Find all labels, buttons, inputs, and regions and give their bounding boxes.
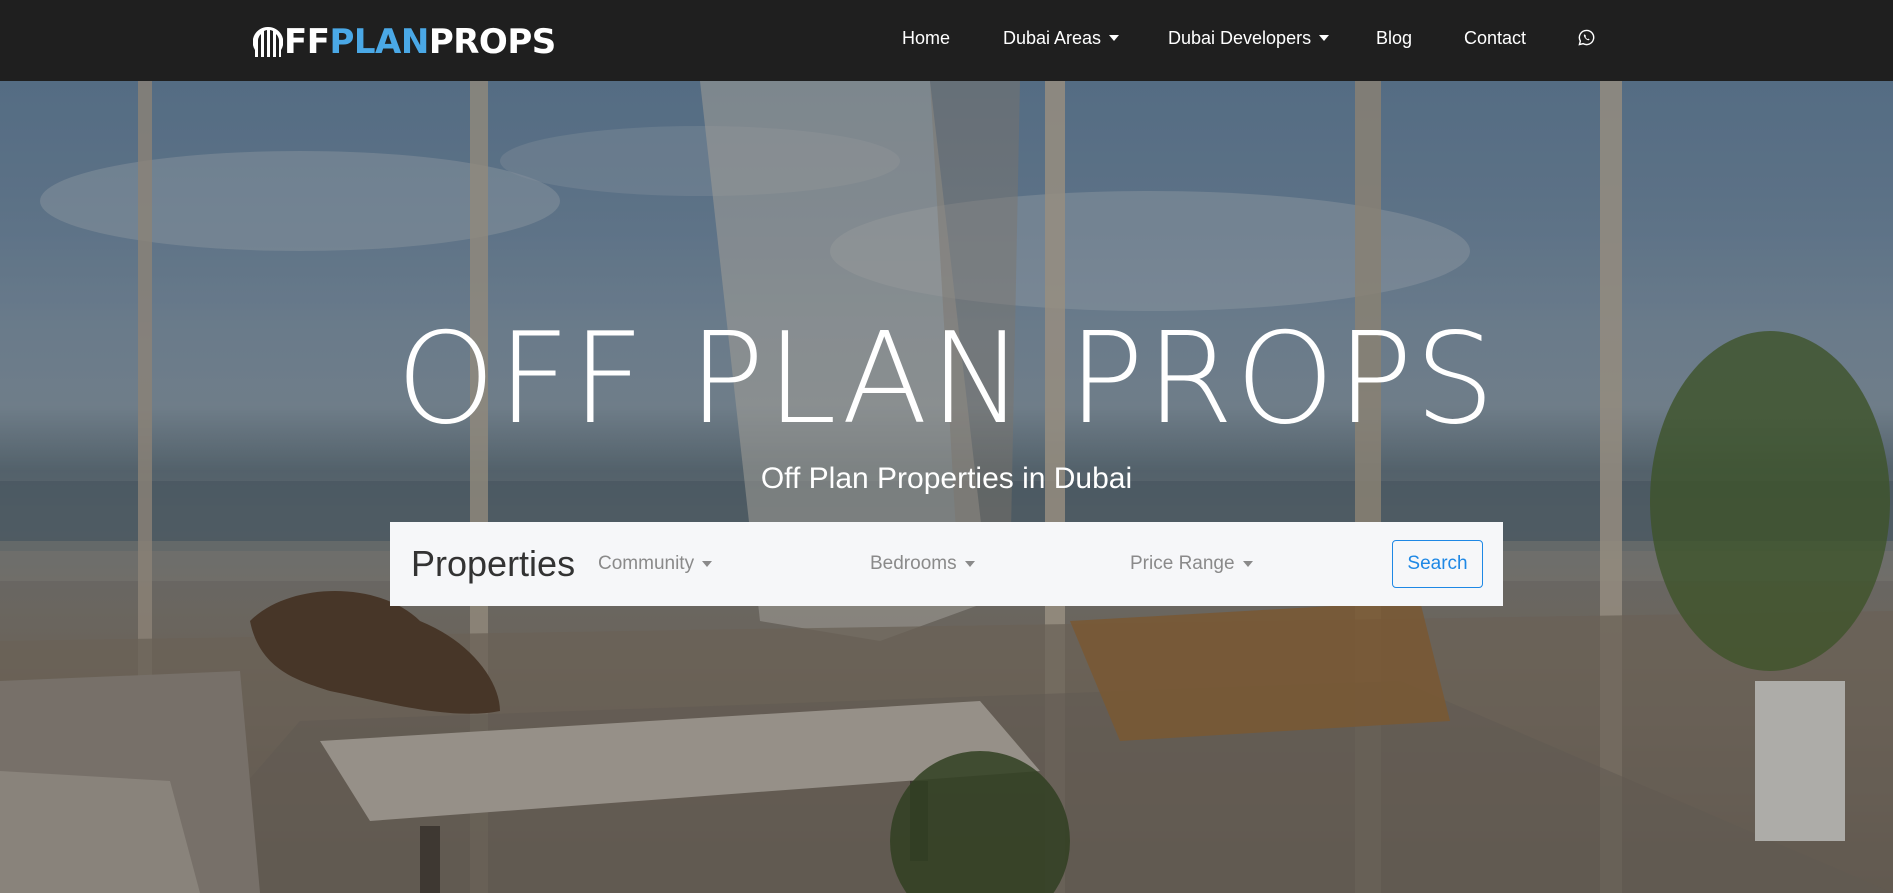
nav-item-dubai-areas[interactable]: Dubai Areas	[1003, 26, 1120, 50]
search-button[interactable]: Search	[1392, 540, 1483, 588]
caret-down-icon	[1109, 35, 1120, 41]
navbar: FFPLANPROPS Home Dubai Areas Dubai Devel…	[0, 0, 1893, 81]
bedrooms-dropdown[interactable]: Bedrooms	[870, 552, 975, 576]
caret-down-icon	[702, 561, 713, 567]
caret-down-icon	[1242, 561, 1253, 567]
property-search-bar: Properties Community Bedrooms Price Rang…	[390, 522, 1503, 606]
nav-item-label: Dubai Areas	[1003, 28, 1102, 48]
filter-label: Bedrooms	[870, 553, 957, 574]
caret-down-icon	[1319, 35, 1330, 41]
filter-label: Price Range	[1130, 553, 1235, 574]
nav-item-label: Contact	[1464, 28, 1527, 48]
whatsapp-icon[interactable]	[1578, 29, 1595, 46]
search-bar-title: Properties	[411, 543, 576, 584]
hero-section: OFF PLAN PROPS Off Plan Properties in Du…	[0, 81, 1893, 893]
nav-item-contact[interactable]: Contact	[1464, 26, 1526, 50]
community-dropdown[interactable]: Community	[598, 552, 713, 576]
nav-item-label: Dubai Developers	[1168, 28, 1312, 48]
hero-title: OFF PLAN PROPS	[396, 305, 1497, 452]
caret-down-icon	[964, 561, 975, 567]
price-range-dropdown[interactable]: Price Range	[1130, 552, 1253, 576]
nav-item-label: Blog	[1376, 28, 1413, 48]
nav-item-dubai-developers[interactable]: Dubai Developers	[1168, 26, 1330, 50]
nav-item-blog[interactable]: Blog	[1376, 26, 1412, 50]
filter-label: Community	[598, 553, 695, 574]
nav-item-label: Home	[902, 28, 951, 48]
hero-subtitle: Off Plan Properties in Dubai	[760, 462, 1133, 495]
nav-menu: Home Dubai Areas Dubai Developers Blog C…	[0, 0, 1893, 81]
nav-item-home[interactable]: Home	[902, 26, 950, 50]
